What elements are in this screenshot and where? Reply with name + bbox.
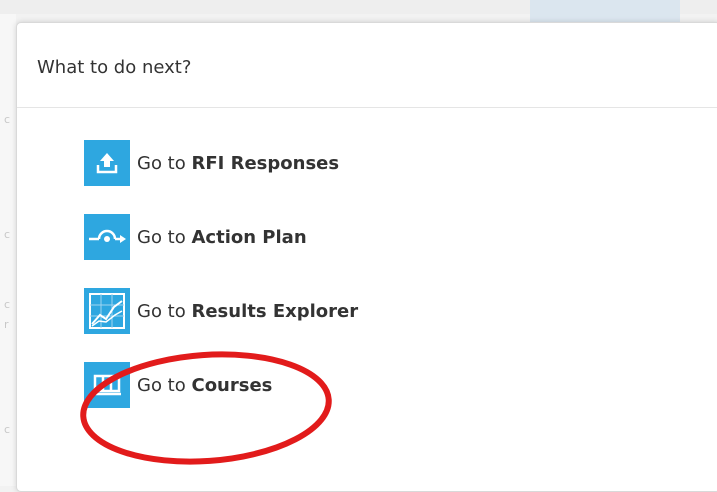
background-page-tab: [530, 0, 680, 22]
go-to-results-explorer-link[interactable]: Go to Results Explorer: [84, 288, 358, 334]
go-to-courses-link[interactable]: Go to Courses: [84, 362, 358, 408]
action-label: Go to RFI Responses: [137, 152, 340, 174]
action-label: Go to Courses: [137, 374, 273, 396]
action-plan-icon: [84, 214, 130, 260]
upload-icon: [84, 140, 130, 186]
dialog-title: What to do next?: [37, 57, 192, 78]
courses-icon: [84, 362, 130, 408]
background-glyph: c: [4, 228, 11, 241]
action-label: Go to Results Explorer: [137, 300, 359, 322]
dialog-header: What to do next?: [17, 23, 717, 108]
action-label: Go to Action Plan: [137, 226, 307, 248]
background-glyph: c: [4, 113, 11, 126]
background-glyph: r: [4, 318, 9, 331]
background-page-edge: c c c r c: [0, 14, 16, 486]
go-to-action-plan-link[interactable]: Go to Action Plan: [84, 214, 358, 260]
chart-icon: [84, 288, 130, 334]
background-glyph: c: [4, 298, 11, 311]
next-action-list: Go to RFI Responses Go to Action Plan Go…: [84, 140, 358, 436]
background-glyph: c: [4, 423, 11, 436]
go-to-rfi-responses-link[interactable]: Go to RFI Responses: [84, 140, 358, 186]
